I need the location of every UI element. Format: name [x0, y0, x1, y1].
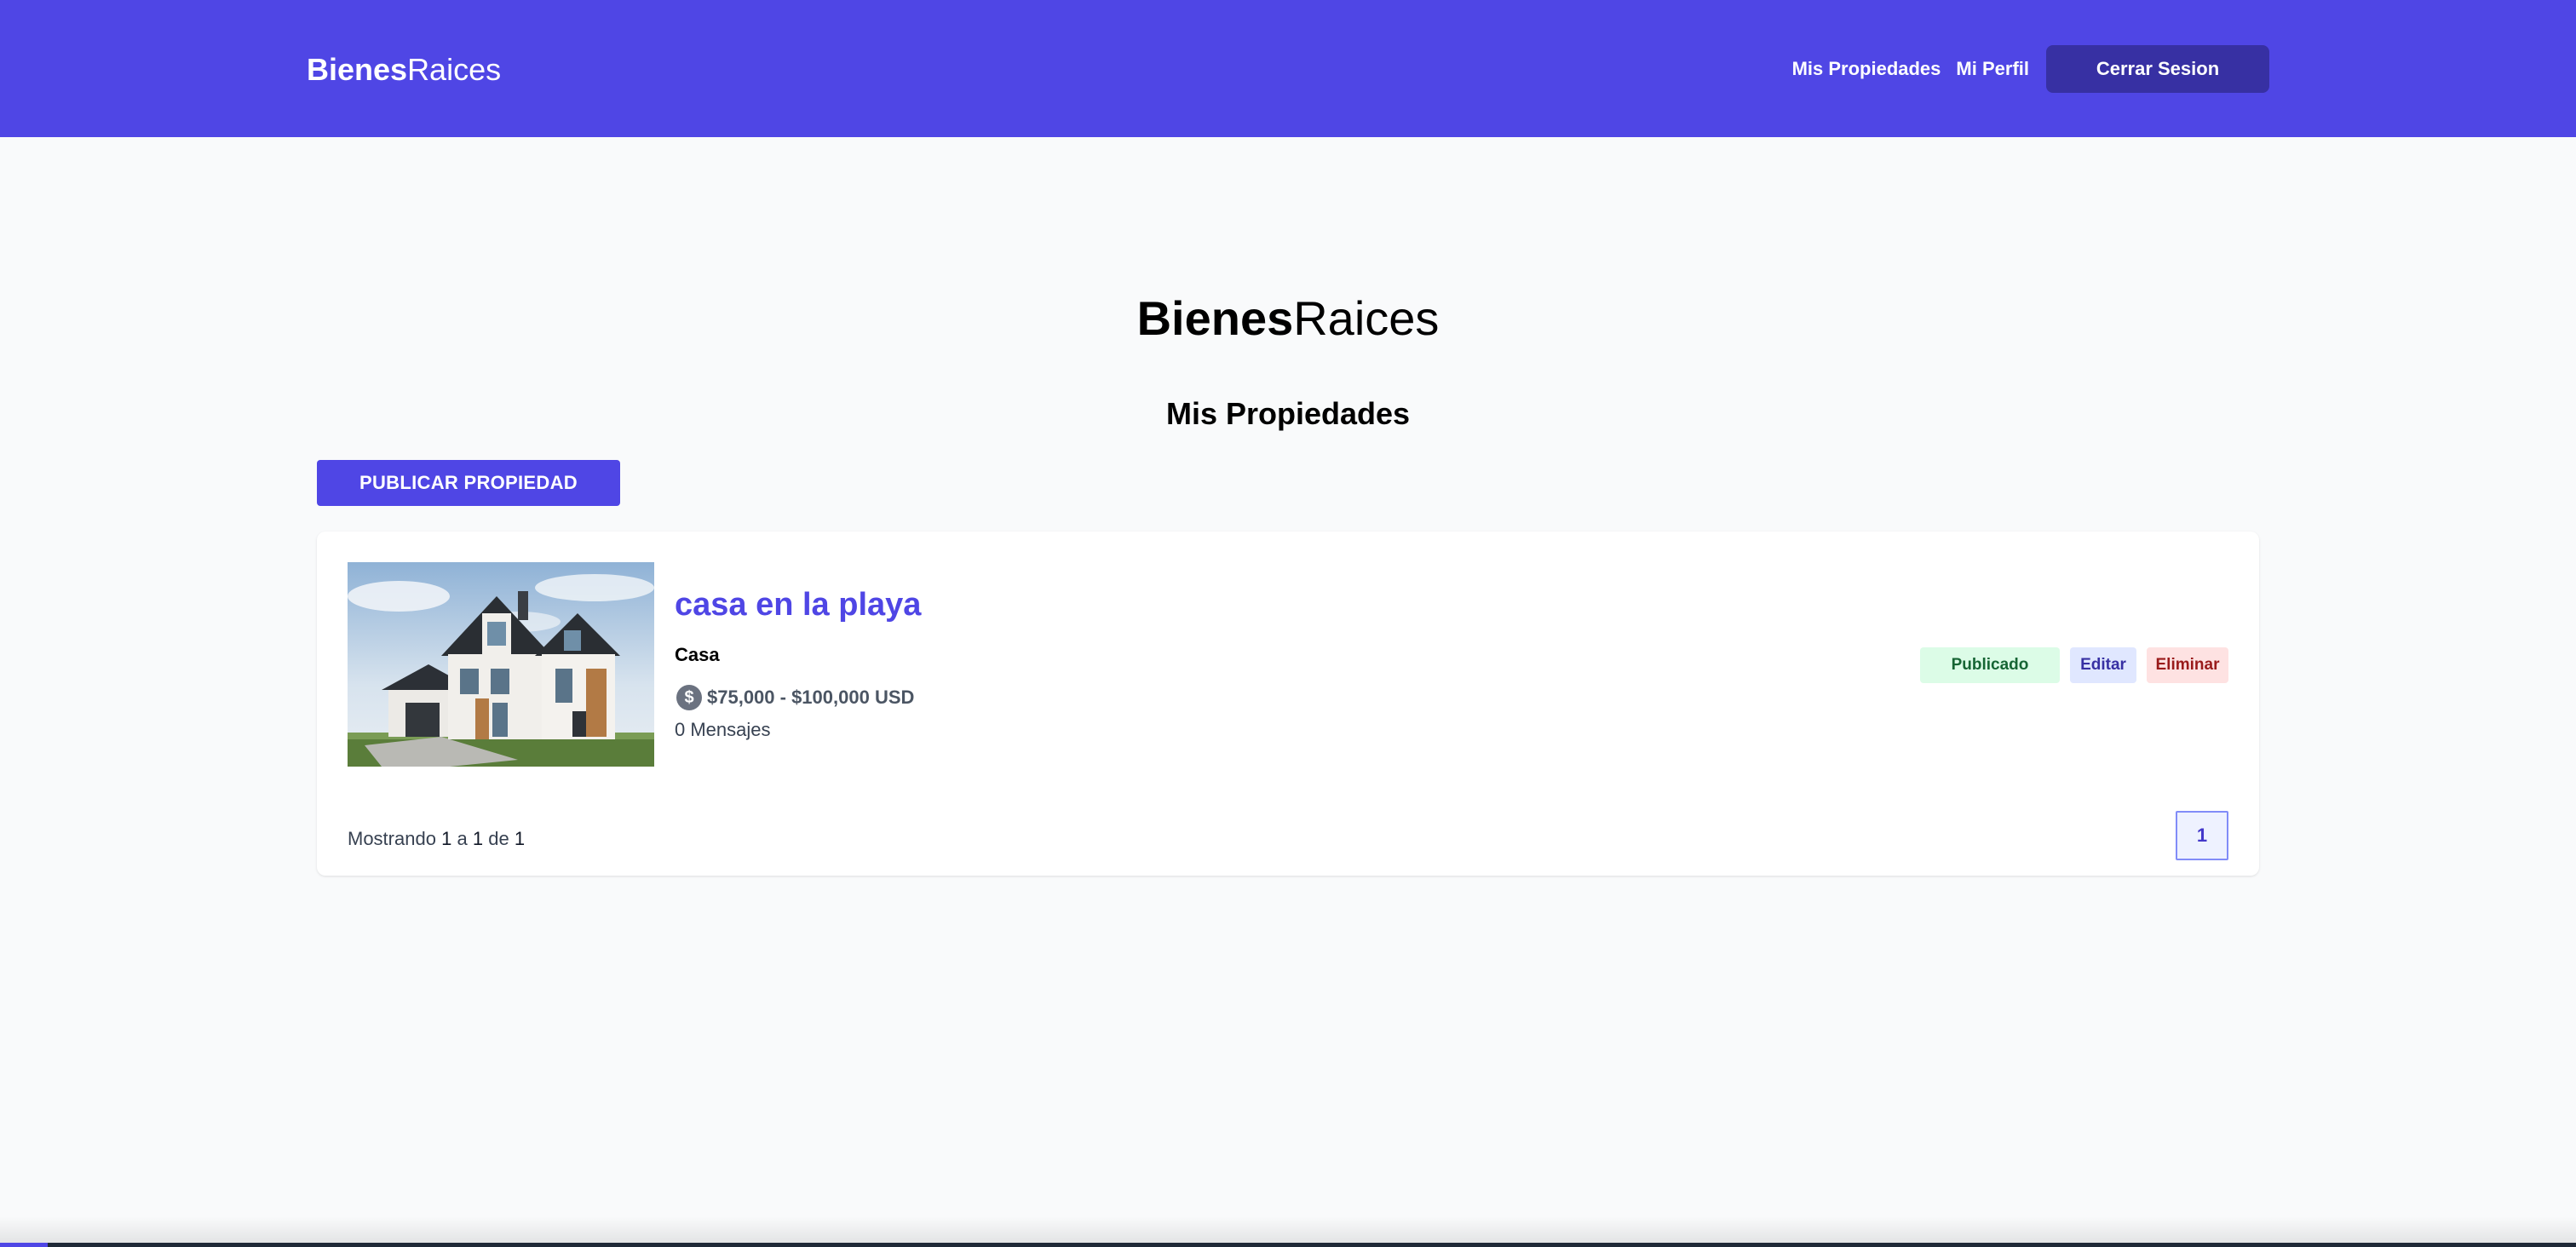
page-title: Mis Propiedades	[1165, 396, 1411, 431]
header-logo-bold: Bienes	[307, 52, 408, 87]
pagination-prefix: Mostrando	[348, 828, 436, 849]
status-published-badge[interactable]: Publicado	[1920, 647, 2060, 683]
logout-button[interactable]: Cerrar Sesion	[2046, 45, 2269, 93]
nav-my-properties-link[interactable]: Mis Propiedades	[1792, 58, 1941, 80]
property-category: Casa	[675, 644, 720, 665]
pagination-to: 1	[472, 828, 484, 849]
edit-button[interactable]: Editar	[2070, 647, 2136, 683]
property-price: $ $75,000 - $100,000 USD	[675, 683, 914, 712]
delete-button[interactable]: Eliminar	[2147, 647, 2228, 683]
header-logo-light: Raices	[407, 52, 502, 87]
bottom-accent	[0, 1243, 48, 1247]
nav-my-profile-link[interactable]: Mi Perfil	[1956, 58, 2029, 80]
house-photo-icon	[348, 562, 654, 767]
pagination-from: 1	[441, 828, 452, 849]
property-title-link[interactable]: casa en la playa	[675, 584, 921, 625]
pagination-sep1: a	[457, 828, 468, 849]
property-messages[interactable]: 0 Mensajes	[675, 717, 771, 743]
pagination-sep2: de	[488, 828, 509, 849]
publish-property-button[interactable]: PUBLICAR PROPIEDAD	[317, 460, 620, 506]
pagination-total: 1	[514, 828, 526, 849]
site-header: BienesRaices Mis Propiedades Mi Perfil C…	[0, 0, 2576, 137]
bottom-divider	[0, 1243, 2576, 1247]
main-logo: BienesRaices	[0, 288, 2576, 349]
main-logo-bold: Bienes	[1136, 291, 1294, 345]
header-logo[interactable]: BienesRaices	[307, 49, 501, 90]
property-image	[348, 562, 654, 767]
pagination-summary: Mostrando 1 a 1 de 1	[348, 826, 525, 852]
main-logo-light: Raices	[1293, 291, 1440, 345]
property-price-text: $75,000 - $100,000 USD	[707, 687, 915, 708]
property-actions: Publicado Editar Eliminar	[1910, 647, 2228, 683]
properties-card: casa en la playa Casa $ $75,000 - $100,0…	[317, 532, 2259, 876]
dollar-icon: $	[676, 685, 702, 710]
main-nav: Mis Propiedades Mi Perfil Cerrar Sesion	[1777, 45, 2269, 93]
pagination-page-1[interactable]: 1	[2176, 811, 2228, 860]
